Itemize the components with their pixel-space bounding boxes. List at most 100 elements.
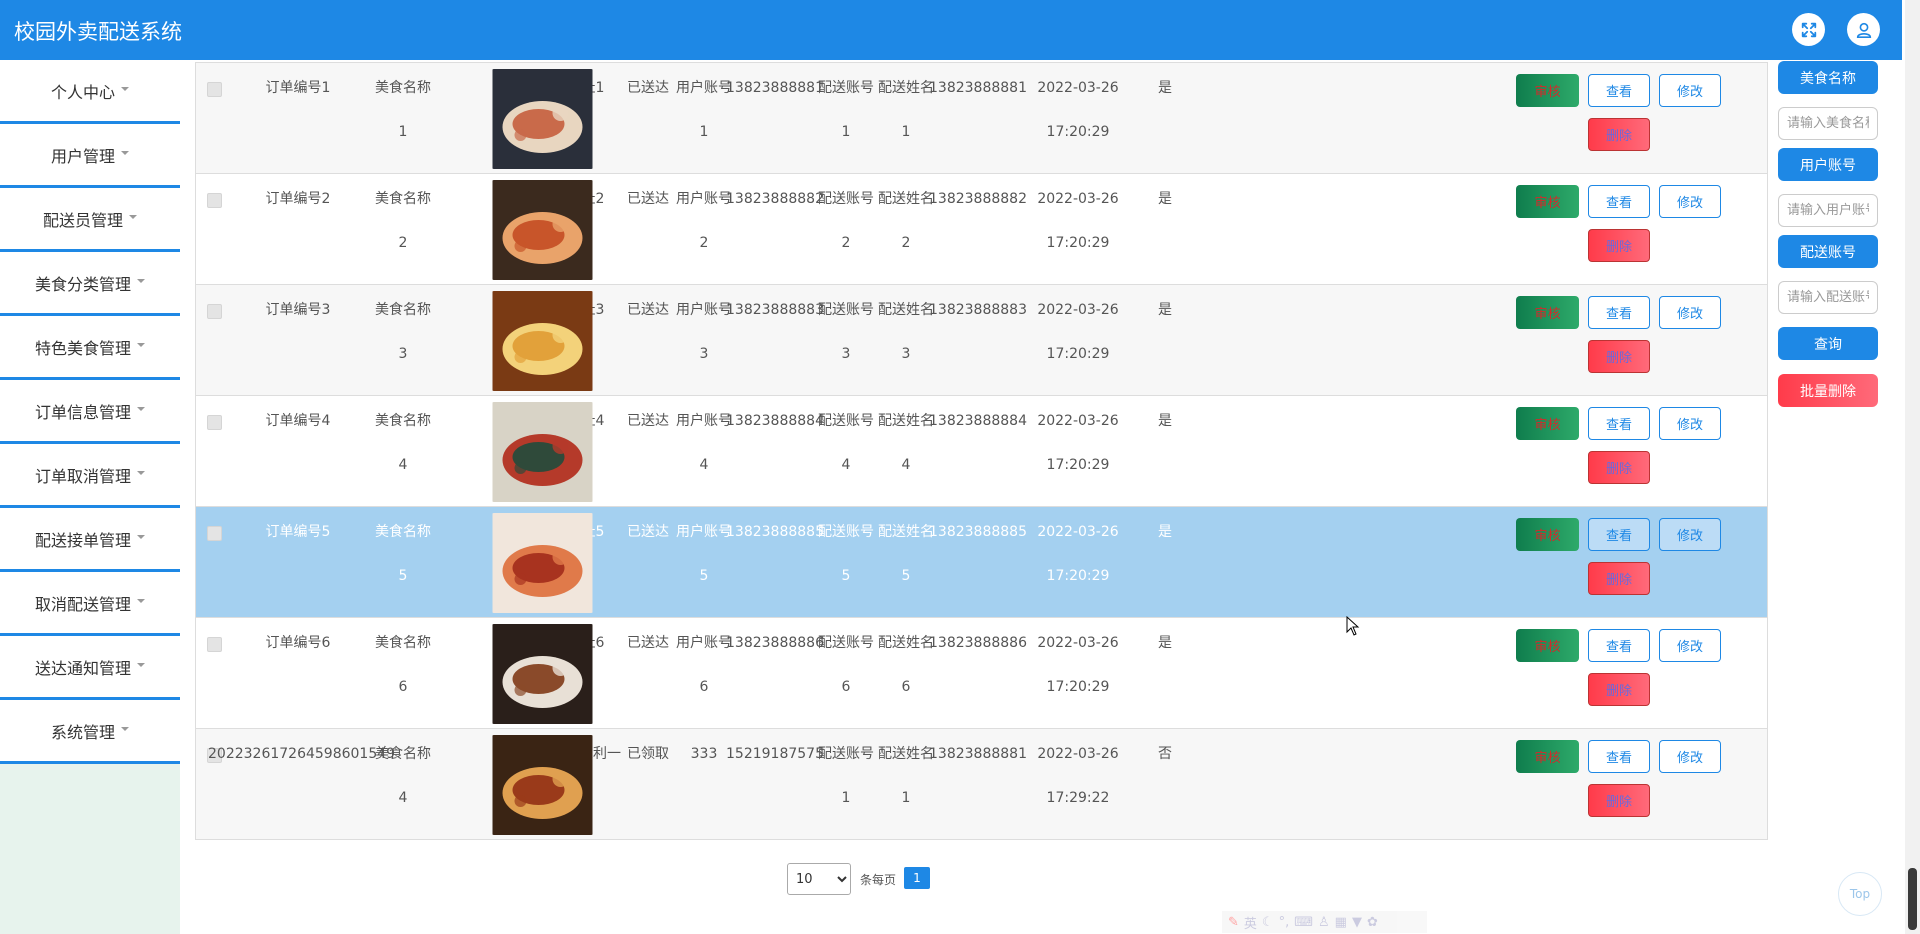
cell-flag: 是	[1158, 413, 1172, 429]
view-button[interactable]: 查看	[1588, 740, 1650, 773]
food-image	[492, 69, 593, 169]
audit-button[interactable]: 审核	[1516, 185, 1579, 218]
per-page-label: 条每页	[860, 873, 897, 887]
edit-button[interactable]: 修改	[1659, 407, 1721, 440]
view-button[interactable]: 查看	[1588, 74, 1650, 107]
caret-down-icon	[121, 726, 129, 731]
sidebar-item-delivery-notice[interactable]: 送达通知管理	[0, 636, 180, 700]
edit-button[interactable]: 修改	[1659, 518, 1721, 551]
sidebar-menu: 个人中心 用户管理 配送员管理 美食分类管理 特色美食管理 订单信息管理 订单取…	[0, 60, 180, 764]
audit-button[interactable]: 审核	[1516, 74, 1579, 107]
sidebar-item-delivery-accept[interactable]: 配送接单管理	[0, 508, 180, 572]
skin-icon: ▼	[1351, 914, 1362, 930]
caret-down-icon	[129, 214, 137, 219]
table-row[interactable]: 订单编号1美食名称1配送地址1已送达用户账号113823888881配送账号1配…	[196, 63, 1767, 174]
audit-button[interactable]: 审核	[1516, 296, 1579, 329]
sidebar-item-delivery-cancel[interactable]: 取消配送管理	[0, 572, 180, 636]
table-row[interactable]: 20223261726459860154​9美食名称4浙江杭州保利一号已领取33…	[196, 729, 1767, 840]
sidebar-item-order-cancel[interactable]: 订单取消管理	[0, 444, 180, 508]
app-title: 校园外卖配送系统	[14, 20, 182, 44]
view-button[interactable]: 查看	[1588, 518, 1650, 551]
voice-icon: ♙	[1317, 914, 1330, 930]
caret-down-icon	[121, 86, 129, 91]
view-button[interactable]: 查看	[1588, 296, 1650, 329]
ime-toolbar: ✎ 英 ☾ °, ⌨ ♙ ▦ ▼ ✿	[1222, 911, 1427, 933]
audit-button[interactable]: 审核	[1516, 629, 1579, 662]
user-account-input[interactable]	[1778, 194, 1878, 227]
sidebar-item-order-info[interactable]: 订单信息管理	[0, 380, 180, 444]
table-row[interactable]: 订单编号5美食名称5配送地址5已送达用户账号513823888885配送账号5配…	[196, 507, 1767, 618]
sidebar-item-courier-management[interactable]: 配送员管理	[0, 188, 180, 252]
caret-down-icon	[137, 406, 145, 411]
cell-time: 17:20:29	[1046, 346, 1110, 362]
sidebar-item-food-category[interactable]: 美食分类管理	[0, 252, 180, 316]
cell-deliver-name-sub: 6	[901, 679, 911, 695]
delete-button[interactable]: 删除	[1588, 451, 1650, 484]
caret-down-icon	[137, 342, 145, 347]
top-header: 校园外卖配送系统	[0, 0, 1902, 60]
food-image	[492, 402, 593, 502]
order-table: 订单编号1美食名称1配送地址1已送达用户账号113823888881配送账号1配…	[195, 62, 1768, 840]
cell-food-sub: 1	[398, 124, 408, 140]
sidebar: 个人中心 用户管理 配送员管理 美食分类管理 特色美食管理 订单信息管理 订单取…	[0, 60, 180, 934]
table-row[interactable]: 订单编号2美食名称2配送地址2已送达用户账号213823888882配送账号2配…	[196, 174, 1767, 285]
delete-button[interactable]: 删除	[1588, 562, 1650, 595]
delete-button[interactable]: 删除	[1588, 784, 1650, 817]
delete-button[interactable]: 删除	[1588, 229, 1650, 262]
sidebar-item-user-management[interactable]: 用户管理	[0, 124, 180, 188]
delete-button[interactable]: 删除	[1588, 340, 1650, 373]
sidebar-item-system-management[interactable]: 系统管理	[0, 700, 180, 764]
food-name-input[interactable]	[1778, 107, 1878, 140]
audit-button[interactable]: 审核	[1516, 407, 1579, 440]
page-size-select[interactable]: 10	[787, 863, 851, 895]
audit-button[interactable]: 审核	[1516, 740, 1579, 773]
view-button[interactable]: 查看	[1588, 629, 1650, 662]
cell-food-name: 美食名称	[375, 524, 431, 540]
delete-button[interactable]: 删除	[1588, 118, 1650, 151]
audit-button[interactable]: 审核	[1516, 518, 1579, 551]
user-icon	[1856, 22, 1871, 38]
sidebar-item-label: 特色美食管理	[34, 338, 131, 358]
caret-down-icon	[137, 534, 145, 539]
cell-flag: 是	[1158, 635, 1172, 651]
table-row[interactable]: 订单编号4美食名称4配送地址4已送达用户账号413823888884配送账号4配…	[196, 396, 1767, 507]
table-row[interactable]: 订单编号3美食名称3配送地址3已送达用户账号313823888883配送账号3配…	[196, 285, 1767, 396]
delete-button[interactable]: 删除	[1588, 673, 1650, 706]
deliver-account-input[interactable]	[1778, 281, 1878, 314]
cell-food-name: 美食名称	[375, 746, 431, 762]
back-to-top-button[interactable]: Top	[1838, 872, 1882, 916]
sidebar-item-personal-center[interactable]: 个人中心	[0, 60, 180, 124]
sidebar-item-label: 取消配送管理	[34, 594, 131, 614]
punctuation-icon: °,	[1278, 914, 1290, 930]
edit-button[interactable]: 修改	[1659, 740, 1721, 773]
batch-delete-button[interactable]: 批量删除	[1778, 374, 1878, 407]
page-number-button[interactable]: 1	[904, 867, 930, 889]
cell-flag: 否	[1158, 746, 1172, 762]
cell-food-name: 美食名称	[375, 80, 431, 96]
cell-deliver-name-sub: 3	[901, 346, 911, 362]
query-button[interactable]: 查询	[1778, 327, 1878, 360]
food-image	[492, 624, 593, 724]
food-image	[492, 291, 593, 391]
cell-deliver-name-sub: 5	[901, 568, 911, 584]
caret-down-icon	[121, 150, 129, 155]
mouse-cursor-icon	[1346, 616, 1360, 636]
sidebar-item-label: 个人中心	[50, 82, 115, 102]
view-button[interactable]: 查看	[1588, 185, 1650, 218]
cell-deliver-name-sub: 1	[901, 790, 911, 806]
edit-button[interactable]: 修改	[1659, 185, 1721, 218]
sidebar-item-special-food[interactable]: 特色美食管理	[0, 316, 180, 380]
table-row[interactable]: 订单编号6美食名称6配送地址6已送达用户账号613823888886配送账号6配…	[196, 618, 1767, 729]
fullscreen-button[interactable]	[1792, 13, 1825, 46]
edit-button[interactable]: 修改	[1659, 629, 1721, 662]
user-button[interactable]	[1847, 13, 1880, 46]
view-button[interactable]: 查看	[1588, 407, 1650, 440]
edit-button[interactable]: 修改	[1659, 74, 1721, 107]
page-scrollbar[interactable]	[1905, 0, 1920, 934]
cell-food-name: 美食名称	[375, 413, 431, 429]
scrollbar-thumb[interactable]	[1908, 868, 1917, 930]
cell-deliver-name-sub: 4	[901, 457, 911, 473]
cell-food-name: 美食名称	[375, 191, 431, 207]
edit-button[interactable]: 修改	[1659, 296, 1721, 329]
cell-time: 17:20:29	[1046, 124, 1110, 140]
